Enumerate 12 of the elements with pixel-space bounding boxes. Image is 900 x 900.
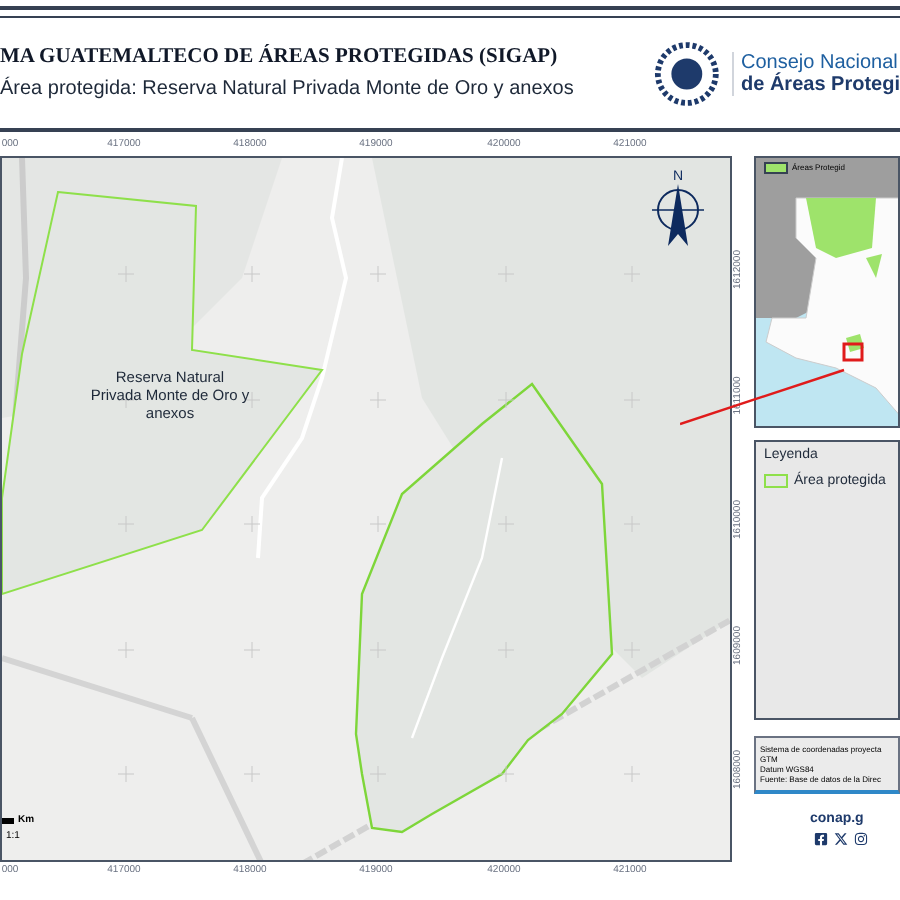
logo-text: Consejo Nacional: [741, 51, 900, 73]
legend-swatch: [764, 474, 788, 489]
legend-swatch: [764, 162, 788, 174]
facebook-icon[interactable]: [814, 831, 828, 845]
x-icon[interactable]: [834, 831, 848, 845]
logo-text: de Áreas Protegi: [741, 73, 900, 95]
map-subtitle: Área protegida: Reserva Natural Privada Monte de Oro y anexos: [0, 74, 576, 104]
emblem-icon: [653, 39, 720, 107]
north-arrow-icon: [646, 184, 710, 248]
map-title: MA GUATEMALTECO DE ÁREAS PROTEGIDAS (SIGAP): [0, 42, 558, 72]
instagram-icon[interactable]: [854, 831, 868, 845]
scale-bar: [2, 818, 14, 825]
